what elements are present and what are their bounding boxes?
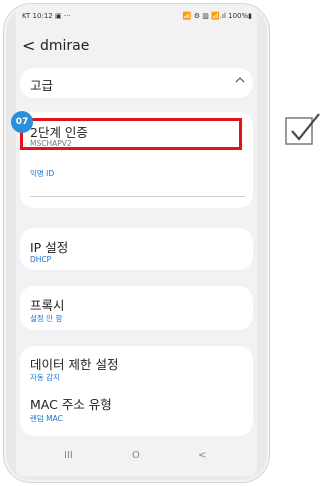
phone-frame: KT 10:12 ▣ ··· 📶 ⚙ ▥ 📶.ıl 100%▮ < dmirae…	[3, 3, 270, 483]
home-icon[interactable]: O	[132, 450, 140, 461]
phase2-auth-value: MSCHAPV2	[30, 139, 72, 148]
back-icon[interactable]: <	[22, 36, 35, 55]
recents-icon[interactable]: III	[64, 450, 73, 461]
screen: KT 10:12 ▣ ··· 📶 ⚙ ▥ 📶.ıl 100%▮ < dmirae…	[11, 4, 257, 476]
chevron-up-icon[interactable]	[235, 76, 245, 84]
status-icons: 📶 ⚙ ▥ 📶.ıl 100%▮	[182, 12, 252, 20]
auth-card: 07 2단계 인증 MSCHAPV2 익명 ID	[11, 111, 253, 208]
status-bar: KT 10:12 ▣ ··· 📶 ⚙ ▥ 📶.ıl 100%▮	[22, 12, 252, 24]
ip-settings-item[interactable]: IP 설정 DHCP	[20, 228, 253, 270]
mac-type-label[interactable]: MAC 주소 유형	[30, 394, 112, 413]
metered-value: 자동 감지	[30, 373, 60, 382]
anonymous-id-label: 익명 ID	[30, 169, 55, 178]
mac-type-value: 랜덤 MAC	[30, 414, 63, 423]
anonymous-id-underline	[30, 196, 245, 197]
advanced-label: 고급	[30, 78, 54, 93]
metered-mac-card: 데이터 제한 설정 자동 감지 MAC 주소 유형 랜덤 MAC	[20, 346, 253, 436]
back-nav-icon[interactable]: <	[198, 450, 206, 461]
checkmark-box-icon	[285, 113, 320, 145]
navigation-bar: III O <	[16, 450, 257, 470]
metered-label[interactable]: 데이터 제한 설정	[30, 354, 118, 373]
ip-settings-label: IP 설정	[30, 240, 69, 255]
proxy-item[interactable]: 프록시 설정 안 함	[20, 286, 253, 330]
ip-settings-value: DHCP	[30, 255, 52, 264]
status-time: KT 10:12 ▣ ···	[22, 12, 71, 20]
page-title: dmirae	[40, 38, 90, 54]
advanced-section-header[interactable]: 고급	[20, 68, 253, 98]
proxy-value: 설정 안 함	[30, 314, 63, 323]
proxy-label: 프록시	[30, 298, 65, 313]
